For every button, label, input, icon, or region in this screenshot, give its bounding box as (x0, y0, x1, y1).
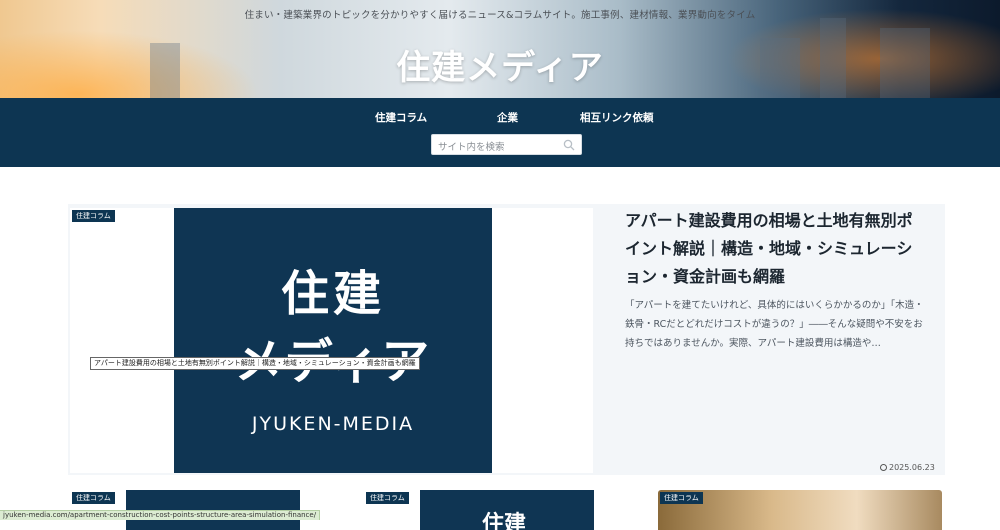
nav-item-company[interactable]: 企業 (497, 110, 518, 125)
site-tagline: 住まい・建築業界のトピックを分かりやすく届けるニュース&コラムサイト。施工事例、… (244, 10, 756, 21)
search-input[interactable] (432, 138, 557, 157)
title-tooltip: アパート建設費用の相場と土地有無別ポイント解説｜構造・地域・シミュレーション・資… (90, 357, 420, 370)
category-badge[interactable]: 住建コラム (72, 210, 115, 222)
search-box (431, 134, 582, 157)
thumbnail-logo-panel: 住建 メディア JYUKEN-MEDIA (174, 208, 492, 473)
thumbnail-logo-english: JYUKEN-MEDIA (251, 413, 415, 435)
card-thumbnail[interactable]: 住建 (420, 490, 594, 530)
featured-thumbnail[interactable]: 住建 メディア JYUKEN-MEDIA (70, 208, 593, 473)
article-card[interactable]: 住建コラム (658, 490, 942, 530)
post-date-text: 2025.06.23 (889, 463, 935, 472)
clock-icon (880, 464, 887, 471)
category-badge[interactable]: 住建コラム (72, 492, 115, 504)
site-logo[interactable]: 住建メディア (0, 40, 1000, 89)
article-card[interactable]: 住建 住建コラム (364, 490, 644, 530)
global-nav: 住建コラム 企業 相互リンク依頼 (0, 98, 1000, 167)
search-icon[interactable] (563, 139, 575, 151)
post-date: 2025.06.23 (880, 463, 935, 472)
card-thumbnail-logo: 住建 (482, 512, 527, 530)
nav-item-link-request[interactable]: 相互リンク依頼 (580, 110, 654, 125)
nav-item-column[interactable]: 住建コラム (375, 110, 427, 125)
site-header-banner: 住まい・建築業界のトピックを分かりやすく届けるニュース&コラムサイト。施工事例、… (0, 0, 1000, 98)
featured-article-excerpt: 「アパートを建てたいけれど、具体的にはいくらかかるのか」「木造・鉄骨・RCだとど… (625, 300, 924, 349)
category-badge[interactable]: 住建コラム (366, 492, 409, 504)
browser-status-url: jyuken-media.com/apartment-construction-… (0, 510, 321, 520)
thumbnail-logo-line1: 住建 (280, 266, 385, 322)
category-badge[interactable]: 住建コラム (660, 492, 703, 504)
featured-article-title[interactable]: アパート建設費用の相場と土地有無別ポイント解説｜構造・地域・シミュレーション・資… (625, 207, 925, 291)
